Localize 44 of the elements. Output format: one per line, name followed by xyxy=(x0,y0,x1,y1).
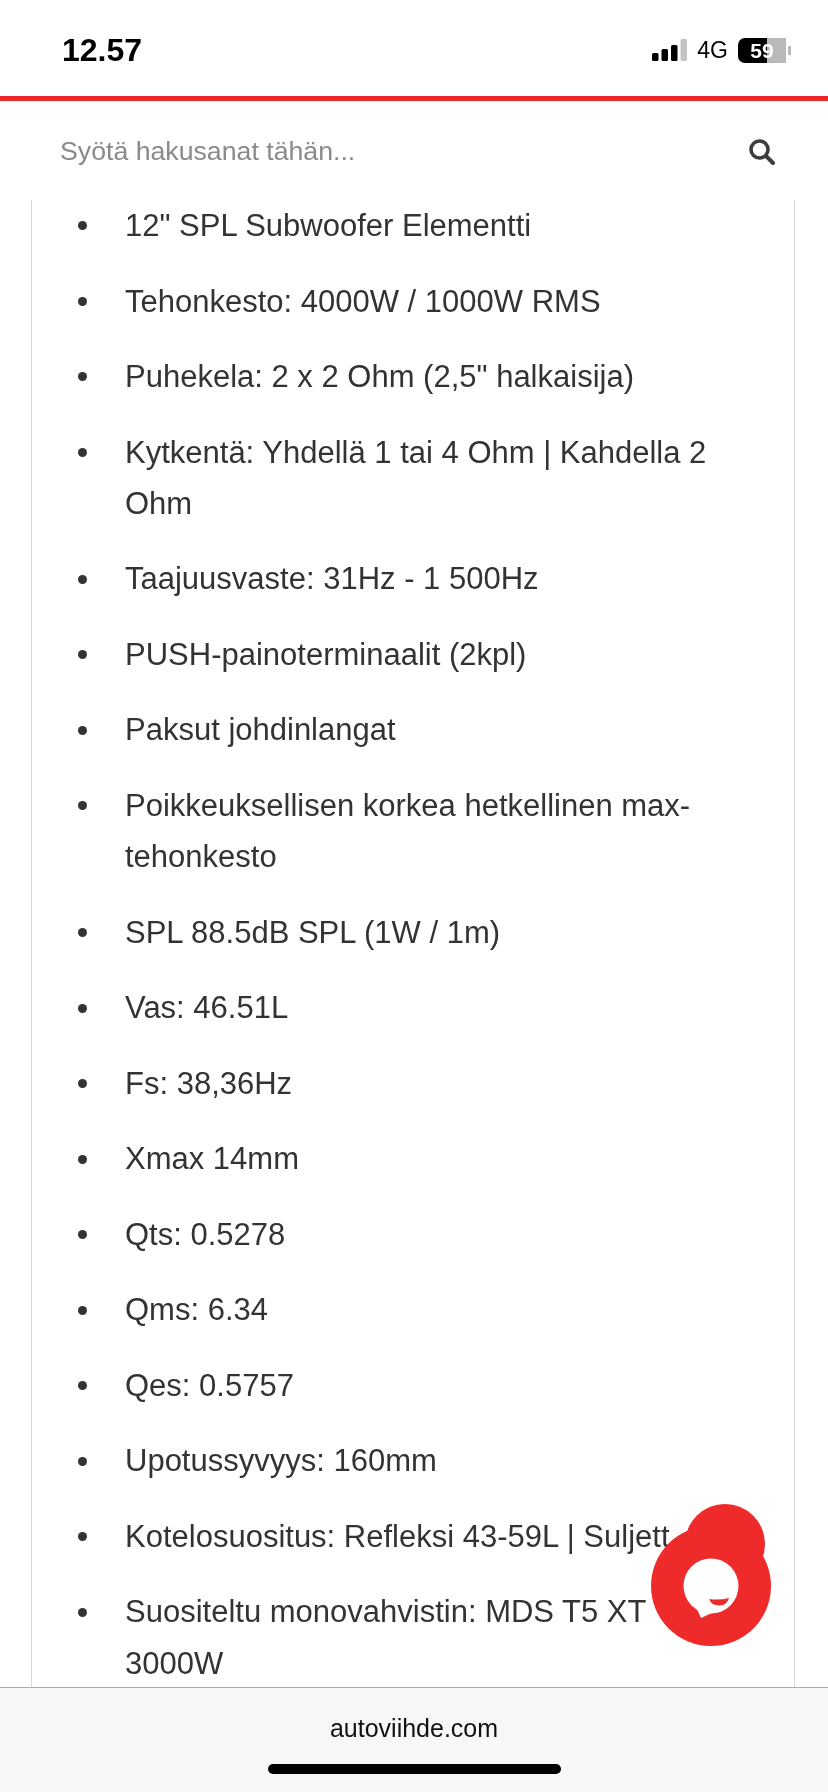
spec-item-text: Kotelosuositus: Refleksi 43-59L | Suljett xyxy=(125,1518,670,1554)
spec-item-text: SPL 88.5dB SPL (1W / 1m) xyxy=(125,914,501,950)
bullet-icon xyxy=(78,650,87,660)
bullet-icon xyxy=(78,928,87,937)
spec-item-text: Qms: 6.34 xyxy=(125,1292,268,1328)
network-type: 4G xyxy=(697,38,728,62)
spec-item-text: Kytkentä: Yhdellä 1 tai 4 Ohm | Kahdella 2 Ohm xyxy=(125,434,707,521)
spec-item-text: Vas: 46.51L xyxy=(125,990,289,1026)
bullet-icon xyxy=(78,221,87,231)
bullet-icon xyxy=(78,1230,87,1239)
spec-item-text: Xmax 14mm xyxy=(125,1141,299,1177)
status-time: 12.57 xyxy=(62,34,143,66)
bullet-icon xyxy=(78,725,87,735)
bullet-icon xyxy=(78,372,87,382)
chat-bubble-icon xyxy=(683,1558,739,1618)
spec-item-text: Qts: 0.5278 xyxy=(125,1216,286,1252)
spec-item-text: Suositeltu monovahvistin: MDS T5 XT 3000W xyxy=(125,1594,646,1681)
bullet-icon xyxy=(78,1305,87,1315)
bullet-icon xyxy=(78,1079,87,1088)
search-button[interactable] xyxy=(749,138,775,165)
spec-item-text: Tehonkesto: 4000W / 1000W RMS xyxy=(125,283,601,319)
spec-item-text: Fs: 38,36Hz xyxy=(125,1065,293,1101)
bullet-icon xyxy=(78,801,87,811)
bullet-icon xyxy=(78,1003,87,1013)
search-field[interactable]: Syötä hakusanat tähän... xyxy=(60,131,719,172)
bullet-icon xyxy=(78,1456,87,1466)
bullet-icon xyxy=(78,1532,87,1541)
bullet-icon xyxy=(78,296,87,306)
spec-item-text: Taajuusvaste: 31Hz - 1 500Hz xyxy=(125,561,539,597)
bullet-icon xyxy=(78,447,87,457)
search-icon xyxy=(749,138,775,165)
spec-item-text: Upotussyvyys: 160mm xyxy=(125,1443,437,1479)
spec-item-text: Puhekela: 2 x 2 Ohm (2,5" halkaisija) xyxy=(125,359,634,394)
spec-item-text: Paksut johdinlangat xyxy=(125,712,396,748)
bullet-icon xyxy=(78,1154,87,1164)
url-text[interactable]: autoviihde.com xyxy=(329,1713,499,1743)
signal-icon xyxy=(652,39,689,61)
spec-item-text: Qes: 0.5757 xyxy=(125,1367,294,1403)
bullet-icon xyxy=(78,1607,87,1617)
bullet-icon xyxy=(78,1381,87,1390)
bullet-icon xyxy=(78,574,87,584)
spec-item-text: 12" SPL Subwoofer Elementti xyxy=(125,208,532,243)
spec-item-text: PUSH-painoterminaalit (2kpl) xyxy=(125,636,527,672)
spec-item-text: Poikkeuksellisen korkea hetkellinen max-tehonkesto xyxy=(125,787,691,875)
